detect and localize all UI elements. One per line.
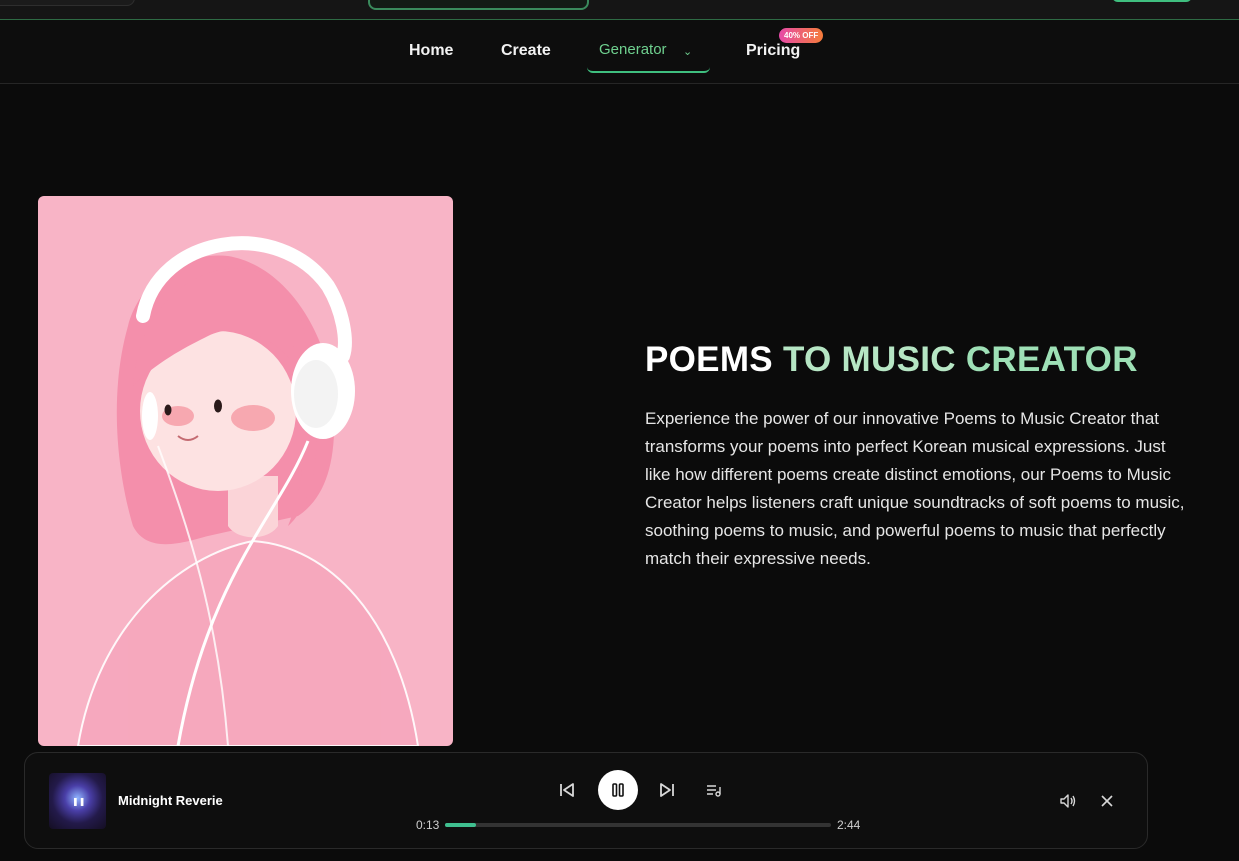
volume-icon[interactable] — [1059, 793, 1077, 809]
nav-create[interactable]: Create — [501, 42, 551, 60]
cta-button[interactable] — [1112, 0, 1192, 2]
close-icon[interactable] — [1101, 795, 1113, 807]
hero-title-part3: CREATOR — [965, 340, 1138, 379]
total-time: 2:44 — [837, 818, 861, 832]
search-bar[interactable] — [368, 0, 589, 10]
song-title: Midnight Reverie — [118, 793, 223, 808]
playlist-icon[interactable] — [706, 782, 722, 798]
nav-generator-label: Generator — [599, 41, 667, 58]
current-time: 0:13 — [416, 818, 440, 832]
nav-home[interactable]: Home — [409, 42, 453, 60]
next-track-icon[interactable] — [658, 781, 676, 799]
hero-title-part1: POEMS — [645, 340, 773, 379]
progress-track[interactable] — [445, 823, 831, 827]
progress-fill — [445, 823, 476, 827]
hero-title: POEMS TO MUSIC CREATOR — [645, 340, 1138, 380]
pause-button[interactable] — [598, 770, 638, 810]
nav-pricing[interactable]: Pricing — [746, 42, 800, 60]
album-thumbnail[interactable]: ❚❚ — [49, 773, 106, 829]
music-player: ❚❚ Midnight Reverie 0:13 2:44 — [24, 752, 1148, 849]
chevron-down-icon: ⌄ — [683, 46, 693, 58]
top-bar — [0, 0, 1239, 20]
equalizer-icon: ❚❚ — [72, 797, 86, 806]
discount-badge: 40% OFF — [779, 28, 824, 43]
hero-illustration — [38, 196, 453, 746]
hero-description: Experience the power of our innovative P… — [645, 409, 1185, 568]
hero-title-part2: TO MUSIC — [782, 340, 956, 379]
pause-icon — [612, 783, 624, 797]
logo-area[interactable] — [0, 0, 135, 6]
previous-track-icon[interactable] — [558, 781, 576, 799]
main-nav: Home Create Generator ⌄ Pricing 40% OFF — [0, 20, 1239, 84]
nav-generator[interactable]: Generator ⌄ — [587, 31, 710, 73]
